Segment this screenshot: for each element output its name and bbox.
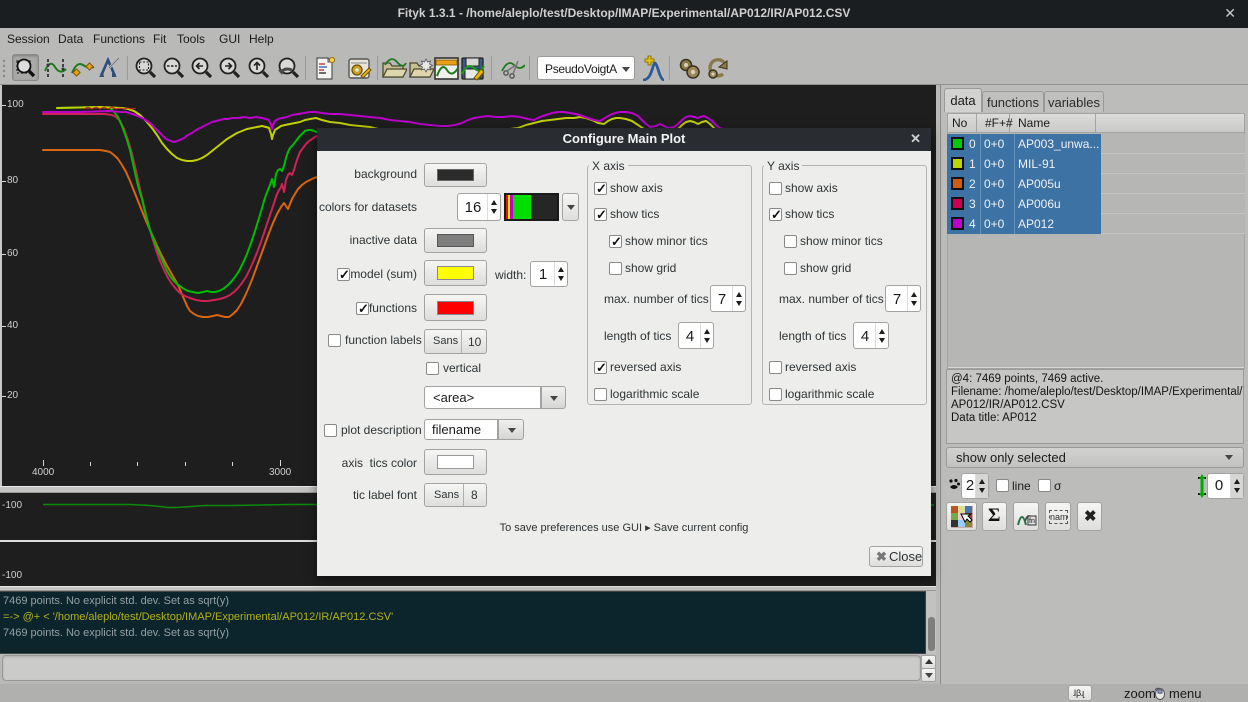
svg-text:fn: fn <box>1029 518 1035 525</box>
